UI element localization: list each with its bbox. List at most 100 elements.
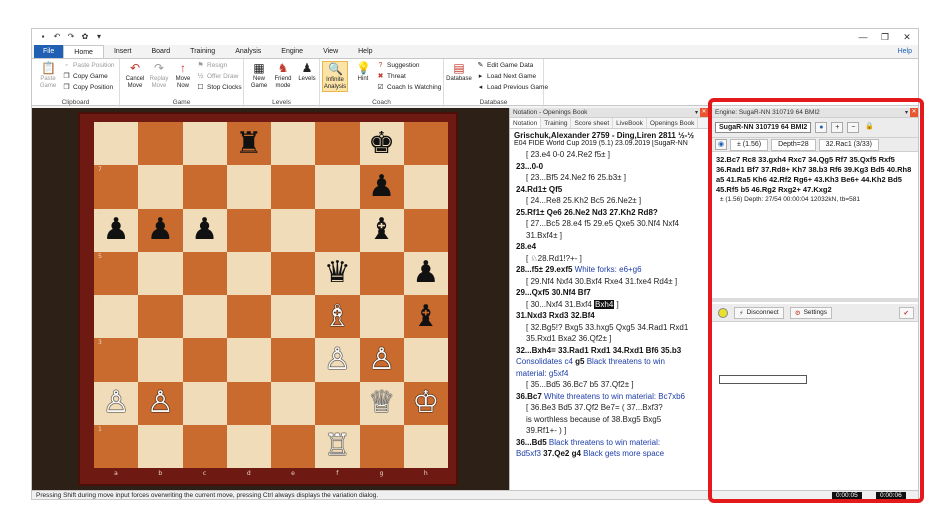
notation-line[interactable]: 39.Rf1+- ) ] <box>516 425 704 437</box>
notation-line[interactable]: [ 24...Re8 25.Kh2 Bc5 26.Ne2± ] <box>516 195 704 207</box>
tab-view[interactable]: View <box>313 45 348 58</box>
move-text[interactable]: 25.Rf1± Qe6 26.Ne2 Nd3 27.Kh2 Rd8? <box>516 208 658 217</box>
square-a5[interactable]: 5 <box>94 251 139 295</box>
tab-analysis[interactable]: Analysis <box>225 45 271 58</box>
square-a8[interactable]: 8 <box>94 122 139 166</box>
square-c1[interactable]: c <box>182 424 227 477</box>
infinite-analysis-button[interactable]: 🔍 Infinite Analysis <box>322 61 348 92</box>
zoom-in-icon[interactable]: + <box>831 122 844 133</box>
chess-piece[interactable]: ♖ <box>324 431 351 461</box>
chessboard[interactable]: 8 ♜ ♚ 7 ♟ ♟ 6 ♟ ♟ ♝ 5 ♛ ♟ 4 ♗ ♝ 3 ♙ ♙ ♙ 2 ♙ ♕ ♔ 1 a b c d e ♖ f g h <box>94 122 448 477</box>
square-h4[interactable]: ♝ <box>403 295 448 339</box>
square-c8[interactable] <box>182 122 227 166</box>
tab-insert[interactable]: Insert <box>104 45 142 58</box>
notation-line[interactable]: 25.Rf1± Qe6 26.Ne2 Nd3 27.Kh2 Rd8? <box>516 207 704 219</box>
chess-piece[interactable]: ♝ <box>368 215 395 245</box>
chess-piece[interactable]: ♝ <box>412 301 439 332</box>
chess-piece[interactable]: ♔ <box>412 388 439 418</box>
resign-button[interactable]: ⚑ Resign <box>196 61 227 71</box>
new-game-button[interactable]: ▦ New Game <box>246 61 272 90</box>
edit-game-data-button[interactable]: ✎ Edit Game Data <box>476 61 534 71</box>
notation-line[interactable]: 36...Bd5 Black threatens to win material… <box>516 437 704 449</box>
square-c3[interactable] <box>182 338 227 382</box>
file-menu-tab[interactable]: File <box>34 45 64 58</box>
square-h7[interactable] <box>403 165 448 209</box>
notation-line[interactable]: [ 32.Bg5!? Bxg5 33.hxg5 Qxg5 34.Rad1 Rxd… <box>516 322 704 334</box>
database-button[interactable]: ▤ Database <box>446 61 472 83</box>
chess-piece[interactable]: ♜ <box>235 128 262 159</box>
square-g6[interactable]: ♝ <box>359 208 404 252</box>
square-a6[interactable]: ♟ 6 <box>94 208 139 252</box>
square-d1[interactable]: d <box>226 424 271 477</box>
confirm-check-icon[interactable]: ✔ <box>898 306 914 319</box>
square-f2[interactable] <box>315 381 360 425</box>
splitter[interactable] <box>712 298 918 302</box>
move-text[interactable]: g5 <box>575 357 584 366</box>
move-text[interactable]: 28...f5± 29.exf5 <box>516 265 572 274</box>
tab-home[interactable]: Home <box>63 45 104 58</box>
square-g8[interactable]: ♚ <box>359 122 404 166</box>
chess-piece[interactable]: ♟ <box>412 258 439 288</box>
threat-button[interactable]: ✖ Threat <box>376 72 406 82</box>
levels-button[interactable]: ♟ Levels <box>294 61 320 83</box>
move-now-button[interactable]: ↑ Move Now <box>170 61 196 90</box>
pin-icon[interactable]: ▾ <box>695 108 698 118</box>
square-b5[interactable] <box>138 251 183 295</box>
square-g2[interactable]: ♕ <box>359 381 404 425</box>
stop-clocks-checkbox[interactable]: ☐ Stop Clocks <box>196 83 241 93</box>
help-link[interactable]: Help <box>898 45 918 58</box>
square-h8[interactable] <box>403 122 448 166</box>
zoom-out-icon[interactable]: − <box>847 122 860 133</box>
square-f3[interactable]: ♙ <box>315 338 360 382</box>
square-b8[interactable] <box>138 122 183 166</box>
notation-line[interactable]: [ 35...Bd5 36.Bc7 b5 37.Qf2± ] <box>516 379 704 391</box>
square-b3[interactable] <box>138 338 183 382</box>
selected-move[interactable]: Bxh4 <box>594 299 615 309</box>
square-g3[interactable]: ♙ <box>359 338 404 382</box>
notation-line[interactable]: Bd5xf3 37.Qe2 g4 Black gets more space <box>516 448 704 460</box>
square-c5[interactable] <box>182 251 227 295</box>
minimize-button[interactable]: — <box>852 29 874 45</box>
square-f5[interactable]: ♛ <box>315 251 360 295</box>
square-g5[interactable] <box>359 251 404 295</box>
notation-line[interactable]: [ 27...Bc5 28.e4 f5 29.e5 Qxe5 30.Nf4 Nx… <box>516 218 704 230</box>
square-d2[interactable] <box>226 381 271 425</box>
chess-piece[interactable]: ♙ <box>103 388 130 418</box>
square-e1[interactable]: e <box>271 424 316 477</box>
close-pane-icon[interactable]: ✕ <box>700 108 708 117</box>
move-text[interactable]: 31.Nxd3 Rxd3 32.Bf4 <box>516 311 595 320</box>
square-d4[interactable] <box>226 295 271 339</box>
tab-training[interactable]: Training <box>180 45 225 58</box>
tab-openings-book[interactable]: Openings Book <box>647 118 699 128</box>
tab-training-notation[interactable]: Training <box>541 118 572 128</box>
square-a7[interactable]: 7 <box>94 165 139 209</box>
square-b1[interactable]: b <box>138 424 183 477</box>
chess-piece[interactable]: ♙ <box>324 344 351 375</box>
chess-piece[interactable]: ♟ <box>191 215 218 245</box>
lock-icon[interactable]: 🔒 <box>863 122 875 133</box>
move-text[interactable]: 29...Qxf5 30.Nf4 Bf7 <box>516 288 591 297</box>
undo-icon[interactable]: ↶ <box>52 32 62 42</box>
move-text[interactable]: 32...Bxh4= 33.Rad1 Rxd1 34.Rxd1 Bf6 35.b… <box>516 346 681 355</box>
save-disk-icon[interactable]: ▪ <box>38 32 48 42</box>
notation-line[interactable]: [ 36.Be3 Bd5 37.Qf2 Be7= ( 37...Bxf3? <box>516 402 704 414</box>
move-text[interactable]: 36.Bc7 <box>516 392 542 401</box>
notation-line[interactable]: [ 29.Nf4 Nxf4 30.Bxf4 Rxe4 31.fxe4 Rd4± … <box>516 276 704 288</box>
square-b7[interactable] <box>138 165 183 209</box>
move-text[interactable]: 24.Rd1± Qf5 <box>516 185 562 194</box>
chess-piece[interactable]: ♙ <box>147 388 174 418</box>
square-a3[interactable]: 3 <box>94 338 139 382</box>
paste-position-button[interactable]: ▫ Paste Position <box>62 61 114 71</box>
chess-piece[interactable]: ♙ <box>368 344 395 375</box>
square-h3[interactable] <box>403 338 448 382</box>
engine-name[interactable]: SugaR-NN 310719 64 BMI2 <box>715 122 812 133</box>
square-a4[interactable]: 4 <box>94 295 139 339</box>
notation-line[interactable]: [ 23...Bf5 24.Ne2 f6 25.b3± ] <box>516 172 704 184</box>
notation-line[interactable]: 32...Bxh4= 33.Rad1 Rxd1 34.Rxd1 Bf6 35.b… <box>516 345 704 357</box>
square-e4[interactable] <box>271 295 316 339</box>
square-h5[interactable]: ♟ <box>403 251 448 295</box>
notation-line[interactable]: [ ♘28.Rd1!?+- ] <box>516 253 704 265</box>
notation-line[interactable]: 36.Bc7 White threatens to win material: … <box>516 391 704 403</box>
chess-piece[interactable]: ♟ <box>147 215 174 245</box>
square-c6[interactable]: ♟ <box>182 208 227 252</box>
